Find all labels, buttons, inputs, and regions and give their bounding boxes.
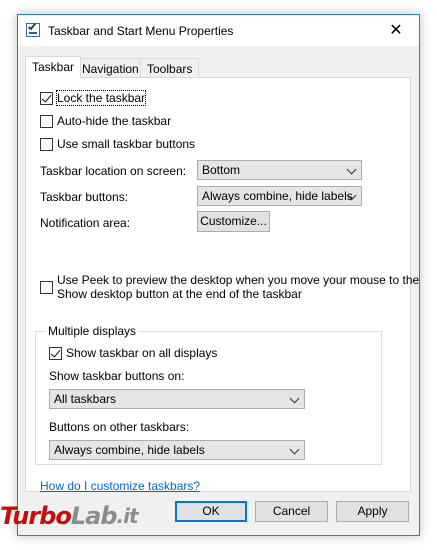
help-link[interactable]: How do I customize taskbars? bbox=[40, 479, 200, 493]
tab-taskbar[interactable]: Taskbar bbox=[25, 56, 82, 79]
location-value: Bottom bbox=[202, 163, 241, 177]
customize-button[interactable]: Customize... bbox=[197, 211, 270, 232]
small-buttons-option[interactable]: Use small taskbar buttons bbox=[40, 137, 195, 151]
peek-label[interactable]: Use Peek to preview the desktop when you… bbox=[57, 273, 419, 301]
close-button[interactable]: ✕ bbox=[373, 15, 419, 46]
show-on-label: Show taskbar buttons on: bbox=[49, 369, 185, 383]
properties-dialog: Taskbar and Start Menu Properties ✕ Task… bbox=[17, 14, 420, 536]
small-buttons-checkbox[interactable] bbox=[40, 137, 53, 151]
lock-taskbar-checkbox[interactable] bbox=[40, 91, 53, 105]
peek-label-line2: Show desktop button at the end of the ta… bbox=[57, 287, 302, 301]
peek-checkbox[interactable] bbox=[40, 281, 53, 294]
title-bar: Taskbar and Start Menu Properties ✕ bbox=[18, 15, 419, 46]
location-label: Taskbar location on screen: bbox=[40, 164, 187, 178]
buttons-select[interactable]: Always combine, hide labels bbox=[197, 186, 362, 206]
ok-button[interactable]: OK bbox=[175, 501, 247, 522]
show-on-select[interactable]: All taskbars bbox=[49, 389, 305, 409]
tab-toolbars[interactable]: Toolbars bbox=[140, 58, 200, 78]
chevron-down-icon bbox=[346, 164, 357, 175]
buttons-label: Taskbar buttons: bbox=[40, 190, 129, 204]
location-select[interactable]: Bottom bbox=[197, 160, 362, 180]
show-all-displays-checkbox[interactable] bbox=[49, 346, 62, 360]
peek-label-line1: Use Peek to preview the desktop when you… bbox=[57, 273, 420, 287]
show-all-displays-label[interactable]: Show taskbar on all displays bbox=[66, 346, 217, 360]
turbolab-watermark: Turbo Lab .it bbox=[0, 496, 139, 536]
autohide-option[interactable]: Auto-hide the taskbar bbox=[40, 114, 171, 128]
peek-option[interactable]: Use Peek to preview the desktop when you… bbox=[40, 273, 419, 301]
watermark-turbo: Turbo bbox=[0, 502, 72, 530]
cancel-button[interactable]: Cancel bbox=[255, 501, 328, 522]
lock-taskbar-label[interactable]: Lock the taskbar bbox=[55, 90, 147, 106]
notification-label: Notification area: bbox=[40, 216, 131, 230]
taskbar-tab-panel: Lock the taskbar Auto-hide the taskbar U… bbox=[25, 77, 419, 493]
watermark-lab: Lab bbox=[70, 502, 118, 530]
taskbar-properties-icon bbox=[26, 21, 40, 37]
other-taskbars-select[interactable]: Always combine, hide labels bbox=[49, 440, 305, 460]
autohide-label[interactable]: Auto-hide the taskbar bbox=[57, 114, 171, 128]
autohide-checkbox[interactable] bbox=[40, 114, 53, 128]
multiple-displays-title: Multiple displays bbox=[46, 324, 139, 338]
chevron-down-icon bbox=[289, 393, 300, 404]
other-taskbars-label: Buttons on other taskbars: bbox=[49, 420, 190, 434]
lock-taskbar-option[interactable]: Lock the taskbar bbox=[40, 90, 147, 106]
other-taskbars-value: Always combine, hide labels bbox=[54, 443, 205, 457]
window-title: Taskbar and Start Menu Properties bbox=[48, 24, 234, 38]
chevron-down-icon bbox=[289, 444, 300, 455]
apply-button[interactable]: Apply bbox=[336, 501, 409, 522]
small-buttons-label[interactable]: Use small taskbar buttons bbox=[57, 137, 195, 151]
show-all-displays-option[interactable]: Show taskbar on all displays bbox=[49, 346, 217, 360]
buttons-value: Always combine, hide labels bbox=[202, 189, 353, 203]
show-on-value: All taskbars bbox=[54, 392, 117, 406]
watermark-it: .it bbox=[116, 504, 139, 528]
tab-navigation[interactable]: Navigation bbox=[75, 58, 146, 78]
